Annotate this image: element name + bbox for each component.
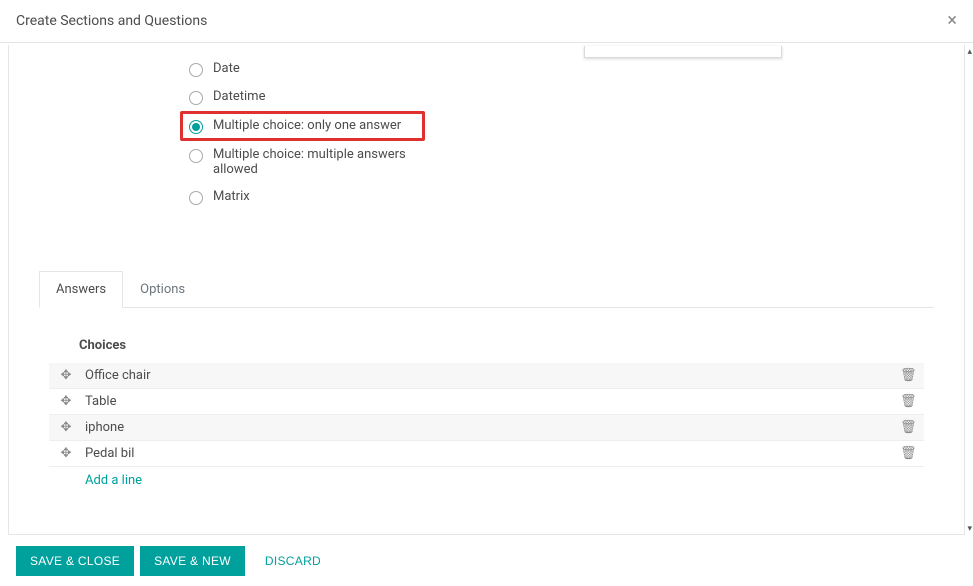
save-close-button[interactable]: Save & Close <box>16 546 134 576</box>
choice-row[interactable]: ✥ Pedal bil 🗑 <box>49 441 924 467</box>
discard-button[interactable]: Discard <box>251 546 335 576</box>
question-type-matrix[interactable]: Matrix <box>189 183 964 211</box>
trash-icon[interactable]: 🗑 <box>900 368 914 383</box>
trash-icon[interactable]: 🗑 <box>900 394 914 409</box>
choice-row[interactable]: ✥ Office chair 🗑 <box>49 363 924 389</box>
scroll-arrow-up-icon[interactable]: ▴ <box>967 47 972 57</box>
add-line-row: Add a line <box>49 467 924 494</box>
modal-body: Date Datetime Multiple choice: only one … <box>0 45 973 536</box>
modal-title: Create Sections and Questions <box>16 13 207 29</box>
choice-row[interactable]: ✥ Table 🗑 <box>49 389 924 415</box>
radio-icon <box>189 63 203 77</box>
drag-icon[interactable]: ✥ <box>59 368 73 383</box>
question-type-label: Date <box>213 61 240 76</box>
radio-icon <box>189 149 203 163</box>
radio-icon <box>189 120 203 134</box>
trash-icon[interactable]: 🗑 <box>900 420 914 435</box>
tabs: Answers Options <box>39 271 934 308</box>
drag-icon[interactable]: ✥ <box>59 446 73 461</box>
question-type-group: Date Datetime Multiple choice: only one … <box>9 45 964 221</box>
choice-text[interactable]: Office chair <box>85 368 900 383</box>
modal-header: Create Sections and Questions × <box>0 0 973 43</box>
choice-row[interactable]: ✥ iphone 🗑 <box>49 415 924 441</box>
drag-icon[interactable]: ✥ <box>59 420 73 435</box>
radio-icon <box>189 191 203 205</box>
radio-icon <box>189 91 203 105</box>
tab-answers[interactable]: Answers <box>39 271 123 308</box>
question-type-mc-one[interactable]: Multiple choice: only one answer <box>180 111 425 141</box>
trash-icon[interactable]: 🗑 <box>900 446 914 461</box>
scroll-arrow-down-icon[interactable]: ▾ <box>967 524 972 534</box>
question-type-label: Matrix <box>213 189 250 204</box>
choice-text[interactable]: iphone <box>85 420 900 435</box>
choice-text[interactable]: Pedal bil <box>85 446 900 461</box>
modal-footer: Save & Close Save & New Discard <box>0 536 973 586</box>
question-type-datetime[interactable]: Datetime <box>189 83 964 111</box>
choice-text[interactable]: Table <box>85 394 900 409</box>
question-type-label: Multiple choice: multiple answers allowe… <box>213 147 413 177</box>
question-type-date[interactable]: Date <box>189 55 964 83</box>
tab-options[interactable]: Options <box>123 271 202 307</box>
save-new-button[interactable]: Save & New <box>140 546 245 576</box>
drag-icon[interactable]: ✥ <box>59 394 73 409</box>
close-icon[interactable]: × <box>947 12 957 30</box>
question-type-mc-multi[interactable]: Multiple choice: multiple answers allowe… <box>189 141 964 183</box>
choices-header: Choices <box>49 338 924 363</box>
tab-content-answers: Choices ✥ Office chair 🗑 ✥ Table 🗑 ✥ iph… <box>39 308 934 494</box>
question-type-label: Multiple choice: only one answer <box>213 118 401 133</box>
question-type-label: Datetime <box>213 89 265 104</box>
add-line-link[interactable]: Add a line <box>85 473 142 488</box>
